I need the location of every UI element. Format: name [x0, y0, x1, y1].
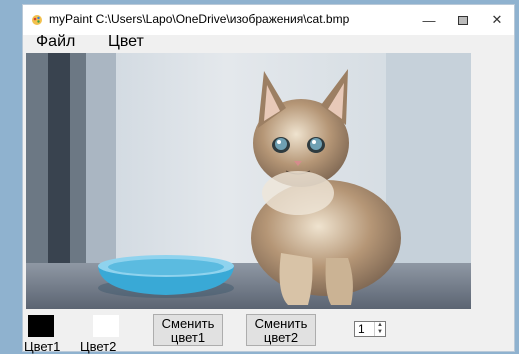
change-color1-line1: Сменить	[161, 316, 215, 331]
window-title: myPaint C:\Users\Lapo\OneDrive\изображен…	[49, 12, 350, 26]
color1-label: Цвет1	[24, 339, 61, 354]
brush-size-spinner[interactable]: 1 ▲ ▼	[354, 321, 386, 337]
change-color2-line2: цвет2	[263, 330, 299, 345]
close-icon: ✕	[491, 12, 503, 27]
spin-down-icon[interactable]: ▼	[375, 329, 385, 336]
change-color1-button[interactable]: Сменить цвет1	[153, 314, 223, 346]
change-color2-line1: Сменить	[254, 316, 308, 331]
maximize-icon	[458, 15, 468, 25]
drawing-canvas[interactable]	[26, 53, 471, 309]
menu-bar: Файл Цвет	[23, 33, 514, 53]
menu-file[interactable]: Файл	[36, 33, 75, 51]
color1-swatch[interactable]	[28, 315, 54, 337]
change-color2-button[interactable]: Сменить цвет2	[246, 314, 316, 346]
kitten-photo	[26, 53, 471, 309]
minimize-icon: —	[422, 12, 436, 28]
brush-size-value: 1	[358, 322, 365, 336]
color2-swatch[interactable]	[93, 315, 119, 337]
color2-label: Цвет2	[80, 339, 117, 354]
menu-color[interactable]: Цвет	[108, 33, 144, 51]
maximize-button[interactable]	[446, 5, 480, 35]
app-window: myPaint C:\Users\Lapo\OneDrive\изображен…	[22, 4, 515, 354]
change-color1-line2: цвет1	[170, 330, 206, 345]
spinner-arrows[interactable]: ▲ ▼	[374, 322, 385, 336]
title-bar[interactable]: myPaint C:\Users\Lapo\OneDrive\изображен…	[23, 5, 514, 35]
close-button[interactable]: ✕	[480, 5, 514, 35]
spin-up-icon[interactable]: ▲	[375, 322, 385, 329]
minimize-button[interactable]: —	[412, 5, 446, 35]
paint-app-icon	[32, 15, 42, 25]
